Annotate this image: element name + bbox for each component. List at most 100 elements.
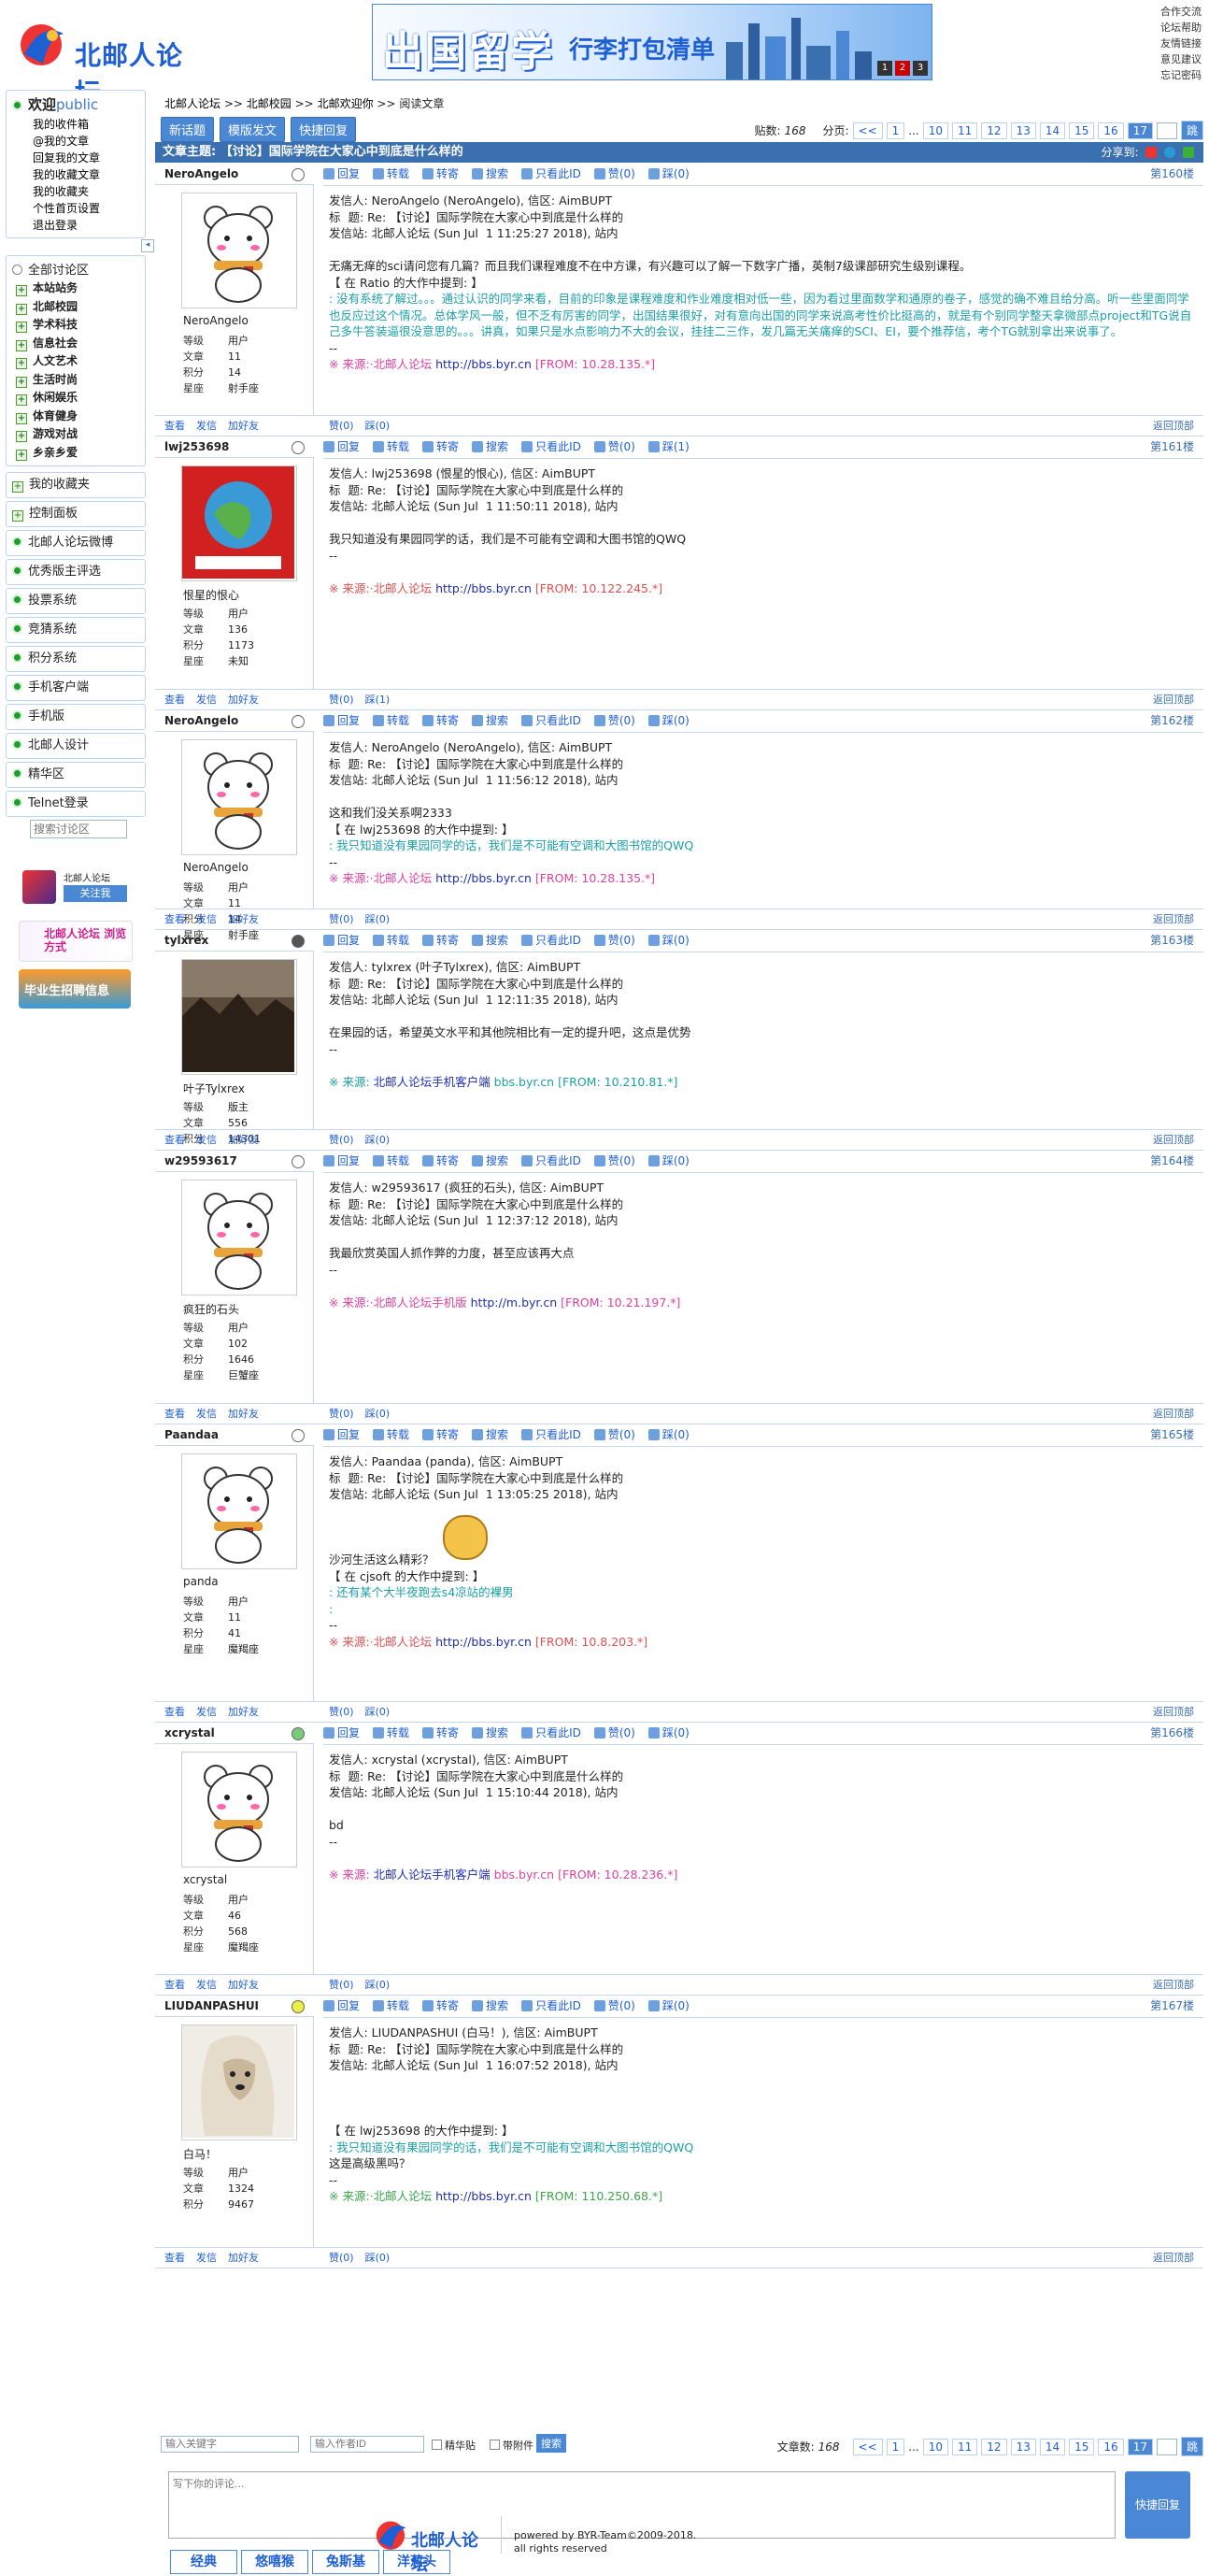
author-avatar[interactable] <box>181 739 297 855</box>
floor-number[interactable]: 第166楼 <box>1150 1722 1194 1744</box>
dislike-button[interactable]: 踩(1) <box>647 440 690 453</box>
like-button[interactable]: 赞(0) <box>593 1726 635 1739</box>
post-only-this-id-button[interactable]: 只看此ID <box>521 1999 581 2012</box>
like-button[interactable]: 赞(0) <box>329 1408 354 1420</box>
author-view-link[interactable]: 查看 <box>164 420 185 432</box>
back-to-top-link[interactable]: 返回顶部 <box>1153 1702 1194 1723</box>
page-jump-button[interactable]: 跳 <box>1180 2437 1203 2456</box>
like-button[interactable]: 赞(0) <box>329 913 354 925</box>
user-link-home-settings[interactable]: 个性首页设置 <box>33 202 100 215</box>
author-message-link[interactable]: 发信 <box>196 2252 217 2264</box>
post-repost-button[interactable]: 转载 <box>373 714 409 727</box>
nav-telnet[interactable]: Telnet登录 <box>6 791 146 817</box>
page-link[interactable]: 1 <box>886 2438 905 2455</box>
back-to-top-link[interactable]: 返回顶部 <box>1153 1130 1194 1151</box>
floor-number[interactable]: 第163楼 <box>1150 929 1194 952</box>
post-repost-button[interactable]: 转载 <box>373 934 409 947</box>
post-author-id[interactable]: xcrystal <box>155 1722 314 1744</box>
like-button[interactable]: 赞(0) <box>593 167 635 180</box>
page-link[interactable]: 11 <box>952 122 978 139</box>
page-link[interactable]: 12 <box>981 122 1007 139</box>
dislike-button[interactable]: 踩(0) <box>647 1726 690 1739</box>
post-search-button[interactable]: 搜索 <box>472 440 508 453</box>
author-avatar[interactable] <box>181 1752 297 1868</box>
prev-page[interactable]: << <box>852 2438 883 2455</box>
page-link[interactable]: 15 <box>1069 122 1095 139</box>
quick-reply-button[interactable]: 快捷回复 <box>291 116 357 142</box>
author-message-link[interactable]: 发信 <box>196 913 217 925</box>
board-item[interactable]: + 休闲娱乐 <box>16 389 139 408</box>
dislike-button[interactable]: 踩(0) <box>365 420 391 432</box>
source-link[interactable]: 北邮人论坛手机客户端 <box>374 1075 491 1089</box>
author-add-friend-link[interactable]: 加好友 <box>228 1134 259 1146</box>
author-add-friend-link[interactable]: 加好友 <box>228 2252 259 2264</box>
top-link-forgot-password[interactable]: 忘记密码 <box>1160 67 1202 83</box>
dislike-button[interactable]: 踩(0) <box>647 1999 690 2012</box>
nav-digest[interactable]: 精华区 <box>6 762 146 788</box>
author-avatar[interactable] <box>181 1180 297 1295</box>
nav-moderator-vote[interactable]: 优秀版主评选 <box>6 559 146 585</box>
like-button[interactable]: 赞(0) <box>593 1154 635 1167</box>
post-author-id[interactable]: w29593617 <box>155 1150 314 1172</box>
back-to-top-link[interactable]: 返回顶部 <box>1153 1404 1194 1424</box>
emoticon-tab[interactable]: 经典 <box>170 2550 237 2574</box>
post-repost-button[interactable]: 转载 <box>373 440 409 453</box>
author-add-friend-link[interactable]: 加好友 <box>228 420 259 432</box>
dislike-button[interactable]: 踩(0) <box>647 1154 690 1167</box>
template-post-button[interactable]: 模版发文 <box>220 116 286 142</box>
user-link-mentions[interactable]: @我的文章 <box>33 135 89 148</box>
board-item[interactable]: + 本站站务 <box>16 279 139 298</box>
author-view-link[interactable]: 查看 <box>164 1706 185 1718</box>
user-link-replies[interactable]: 回复我的文章 <box>33 151 100 165</box>
author-avatar[interactable] <box>181 465 297 581</box>
nav-mobile-site[interactable]: 手机版 <box>6 704 146 730</box>
like-button[interactable]: 赞(0) <box>329 420 354 432</box>
banner-page-2[interactable]: 2 <box>895 61 910 76</box>
user-link-inbox[interactable]: 我的收件箱 <box>33 118 89 131</box>
post-only-this-id-button[interactable]: 只看此ID <box>521 1154 581 1167</box>
page-link[interactable]: 16 <box>1098 122 1124 139</box>
author-add-friend-link[interactable]: 加好友 <box>228 1706 259 1718</box>
emoticon-tab[interactable]: 悠嘻猴 <box>241 2550 308 2574</box>
page-link[interactable]: 14 <box>1039 2438 1066 2455</box>
qq-share-icon[interactable] <box>1164 147 1176 158</box>
author-add-friend-link[interactable]: 加好友 <box>228 1408 259 1420</box>
post-reply-button[interactable]: 回复 <box>323 167 360 180</box>
post-only-this-id-button[interactable]: 只看此ID <box>521 167 581 180</box>
post-author-id[interactable]: Paandaa <box>155 1424 314 1446</box>
page-link[interactable]: 1 <box>886 122 905 139</box>
author-message-link[interactable]: 发信 <box>196 420 217 432</box>
floor-number[interactable]: 第165楼 <box>1150 1424 1194 1446</box>
site-logo[interactable]: 北邮人论坛 <box>17 17 185 108</box>
board-item[interactable]: + 人文艺术 <box>16 352 139 371</box>
board-item[interactable]: + 北邮校园 <box>16 298 139 317</box>
top-link-cooperation[interactable]: 合作交流 <box>1160 4 1202 20</box>
floor-number[interactable]: 第162楼 <box>1150 709 1194 732</box>
author-view-link[interactable]: 查看 <box>164 1979 185 1991</box>
prev-page[interactable]: << <box>852 122 883 139</box>
page-current[interactable]: 17 <box>1127 122 1153 139</box>
post-search-button[interactable]: 搜索 <box>472 714 508 727</box>
post-repost-button[interactable]: 转载 <box>373 1726 409 1739</box>
dislike-button[interactable]: 踩(0) <box>647 167 690 180</box>
board-search-input[interactable] <box>30 820 127 838</box>
dislike-button[interactable]: 踩(0) <box>647 1428 690 1441</box>
follow-button[interactable]: 关注我 <box>64 885 127 902</box>
search-button[interactable]: 搜索 <box>536 2434 566 2453</box>
post-reply-button[interactable]: 回复 <box>323 934 360 947</box>
post-forward-button[interactable]: 转寄 <box>422 1154 459 1167</box>
follow-widget[interactable]: 北邮人论坛 关注我 <box>22 870 146 909</box>
source-link[interactable]: http://m.byr.cn <box>471 1295 558 1309</box>
page-link[interactable]: 14 <box>1039 122 1066 139</box>
post-author-id[interactable]: NeroAngelo <box>155 709 314 732</box>
nav-weibo[interactable]: 北邮人论坛微博 <box>6 530 146 556</box>
user-link-fav-articles[interactable]: 我的收藏文章 <box>33 168 100 181</box>
dislike-button[interactable]: 踩(0) <box>365 2252 391 2264</box>
post-search-button[interactable]: 搜索 <box>472 1726 508 1739</box>
post-reply-button[interactable]: 回复 <box>323 1154 360 1167</box>
author-view-link[interactable]: 查看 <box>164 2252 185 2264</box>
page-link[interactable]: 11 <box>952 2438 978 2455</box>
post-forward-button[interactable]: 转寄 <box>422 1726 459 1739</box>
quick-reply-submit[interactable]: 快捷回复 <box>1125 2471 1190 2539</box>
page-link[interactable]: 13 <box>1010 122 1036 139</box>
